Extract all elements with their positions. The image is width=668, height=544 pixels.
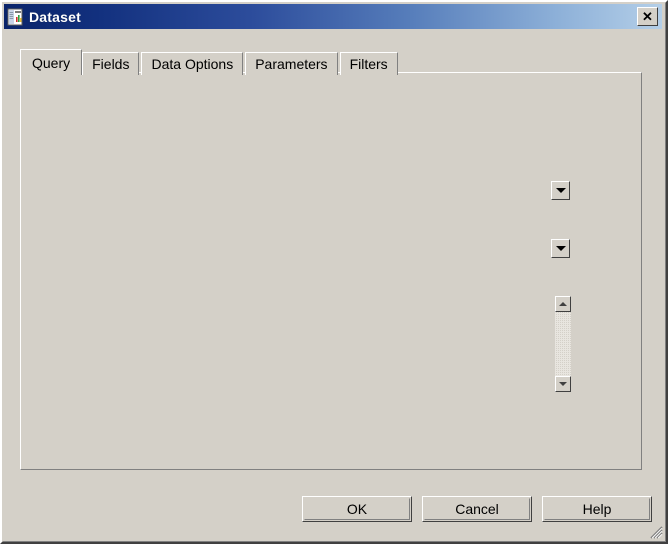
close-button[interactable]: ✕ xyxy=(637,7,658,26)
scroll-track[interactable] xyxy=(555,312,571,376)
window-title: Dataset xyxy=(29,8,81,25)
query-scrollbar[interactable] xyxy=(555,296,571,392)
tab-filters-label: Filters xyxy=(349,56,388,72)
tab-strip: Query Fields Data Options Parameters Fil… xyxy=(20,49,400,75)
chevron-down-icon xyxy=(555,188,566,193)
tab-parameters[interactable]: Parameters xyxy=(245,52,338,75)
help-button-label: Help xyxy=(544,498,650,520)
data-source-dropdown-button[interactable] xyxy=(551,181,570,200)
tab-fields-label: Fields xyxy=(92,56,130,72)
tab-filters[interactable]: Filters xyxy=(339,52,398,75)
tab-query-label: Query xyxy=(32,54,71,71)
title-bar[interactable]: Dataset ✕ xyxy=(4,4,662,29)
tab-data-options-label: Data Options xyxy=(151,56,234,72)
tab-content-panel xyxy=(20,72,642,470)
cancel-button-label: Cancel xyxy=(424,498,530,520)
dataset-report-icon xyxy=(7,8,25,26)
arrow-down-icon xyxy=(559,382,567,386)
chevron-down-icon xyxy=(555,246,566,251)
help-button[interactable]: Help xyxy=(542,496,652,522)
resize-grip[interactable] xyxy=(649,525,663,539)
close-icon: ✕ xyxy=(642,9,653,24)
cancel-button[interactable]: Cancel xyxy=(422,496,532,522)
arrow-up-icon xyxy=(559,302,567,306)
tab-fields[interactable]: Fields xyxy=(82,52,140,75)
tab-query[interactable]: Query xyxy=(20,49,83,75)
scroll-up-button[interactable] xyxy=(555,296,571,312)
ok-button-label: OK xyxy=(304,498,410,520)
tab-data-options[interactable]: Data Options xyxy=(141,52,244,75)
scroll-down-button[interactable] xyxy=(555,376,571,392)
ok-button[interactable]: OK xyxy=(302,496,412,522)
command-type-dropdown-button[interactable] xyxy=(551,239,570,258)
tab-parameters-label: Parameters xyxy=(255,56,328,72)
dataset-dialog-window: Dataset ✕ Query Fields Data Options Para… xyxy=(0,0,668,544)
